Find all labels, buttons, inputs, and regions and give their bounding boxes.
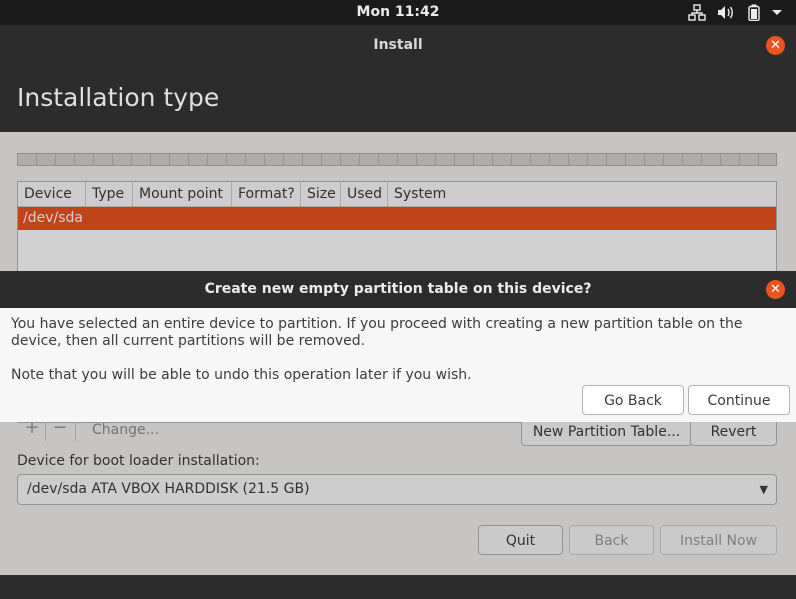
window-title: Install	[373, 37, 423, 53]
page-header: Installation type	[0, 67, 796, 132]
dialog-close-button[interactable]: ✕	[766, 280, 785, 299]
go-back-button[interactable]: Go Back	[582, 385, 684, 415]
dialog-body: You have selected an entire device to pa…	[0, 308, 796, 422]
window-titlebar: Install ✕	[0, 25, 796, 67]
system-menu-arrow-icon[interactable]	[771, 4, 783, 21]
clock[interactable]: Mon 11:42	[0, 4, 796, 20]
network-icon[interactable]	[688, 4, 706, 21]
dialog-title: Create new empty partition table on this…	[204, 281, 592, 297]
page-title: Installation type	[17, 83, 220, 112]
battery-icon[interactable]	[747, 4, 761, 21]
volume-icon[interactable]	[717, 4, 735, 21]
continue-button[interactable]: Continue	[688, 385, 790, 415]
window-close-button[interactable]: ✕	[766, 36, 785, 55]
dialog-note: Note that you will be able to undo this …	[11, 367, 472, 383]
top-bar: Mon 11:42	[0, 0, 796, 25]
dialog-titlebar: Create new empty partition table on this…	[0, 271, 796, 308]
window-bottom-edge	[0, 575, 796, 599]
dialog-message: You have selected an entire device to pa…	[11, 316, 743, 349]
